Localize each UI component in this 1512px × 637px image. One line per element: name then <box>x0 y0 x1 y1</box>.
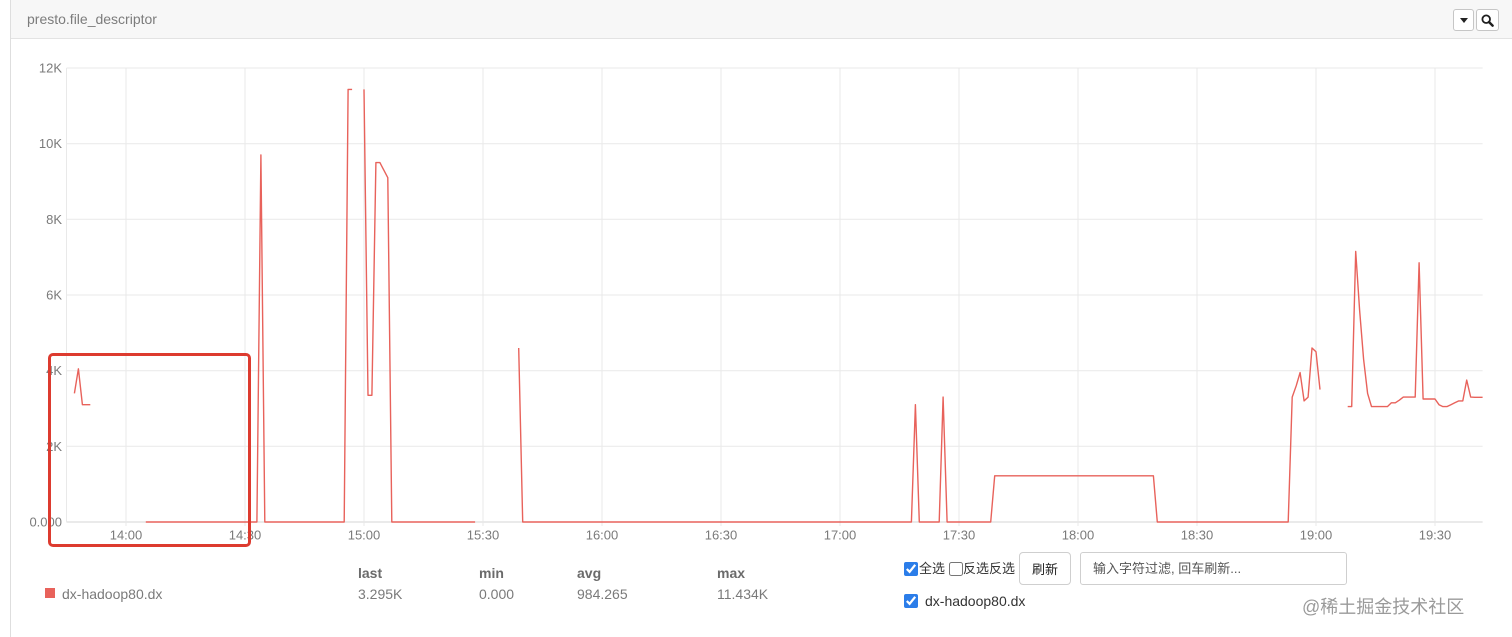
stat-header-last: last <box>358 565 383 581</box>
series-line <box>73 368 91 406</box>
x-tick-label: 15:30 <box>467 528 500 543</box>
series-toggle-label[interactable]: dx-hadoop80.dx <box>925 593 1025 609</box>
series-group <box>73 88 1483 523</box>
x-tick-label: 18:00 <box>1062 528 1095 543</box>
chart-panel: presto.file_descriptor 0.000 2K 4K 6K 8K 10K 1… <box>0 0 1512 637</box>
y-tick-label: 10K <box>39 136 62 151</box>
stat-header-avg: avg <box>577 565 602 581</box>
invert-selection-checkbox[interactable] <box>949 562 963 576</box>
series-filter-input[interactable] <box>1080 552 1347 585</box>
series-color-swatch <box>45 588 55 598</box>
stat-header-min: min <box>479 565 504 581</box>
watermark: @稀土掘金技术社区 <box>1302 597 1465 617</box>
x-tick-label: 14:00 <box>110 528 143 543</box>
series-line <box>145 88 353 523</box>
series-line <box>363 89 476 523</box>
y-tick-label: 4K <box>46 363 62 378</box>
stat-value-min: 0.000 <box>479 586 515 602</box>
x-tick-label: 18:30 <box>1181 528 1214 543</box>
x-tick-label: 19:30 <box>1419 528 1452 543</box>
x-tick-label: 19:00 <box>1300 528 1333 543</box>
x-tick-label: 16:30 <box>705 528 738 543</box>
y-tick-label: 0.000 <box>29 515 62 530</box>
y-tick-label: 6K <box>46 288 62 303</box>
x-tick-label: 17:00 <box>824 528 857 543</box>
refresh-button[interactable]: 刷新 <box>1019 552 1071 585</box>
grid <box>66 67 1483 526</box>
x-tick-label: 14:30 <box>229 528 262 543</box>
line-chart[interactable]: 0.000 2K 4K 6K 8K 10K 12K 14:00 14:30 15:00 15:30 1… <box>0 0 1512 560</box>
stat-value-last: 3.295K <box>358 586 403 602</box>
series-line <box>518 347 1321 523</box>
series-line <box>1347 250 1483 408</box>
series-toggle-checkbox[interactable] <box>904 594 918 608</box>
y-tick-label: 2K <box>46 439 62 454</box>
stat-header-max: max <box>717 565 746 581</box>
stat-value-avg: 984.265 <box>577 586 628 602</box>
y-tick-label: 8K <box>46 212 62 227</box>
y-tick-label: 12K <box>39 61 62 76</box>
select-all-label[interactable]: 全选 <box>919 561 945 577</box>
axis-labels: 0.000 2K 4K 6K 8K 10K 12K 14:00 14:30 15:00 15:30 1… <box>29 61 1451 543</box>
x-tick-label: 16:00 <box>586 528 619 543</box>
legend-series-name: dx-hadoop80.dx <box>62 586 163 602</box>
stat-value-max: 11.434K <box>717 586 769 602</box>
invert-selection-label[interactable]: 反选反选 <box>963 561 1015 577</box>
x-tick-label: 15:00 <box>348 528 381 543</box>
select-all-checkbox[interactable] <box>904 562 918 576</box>
x-tick-label: 17:30 <box>943 528 976 543</box>
